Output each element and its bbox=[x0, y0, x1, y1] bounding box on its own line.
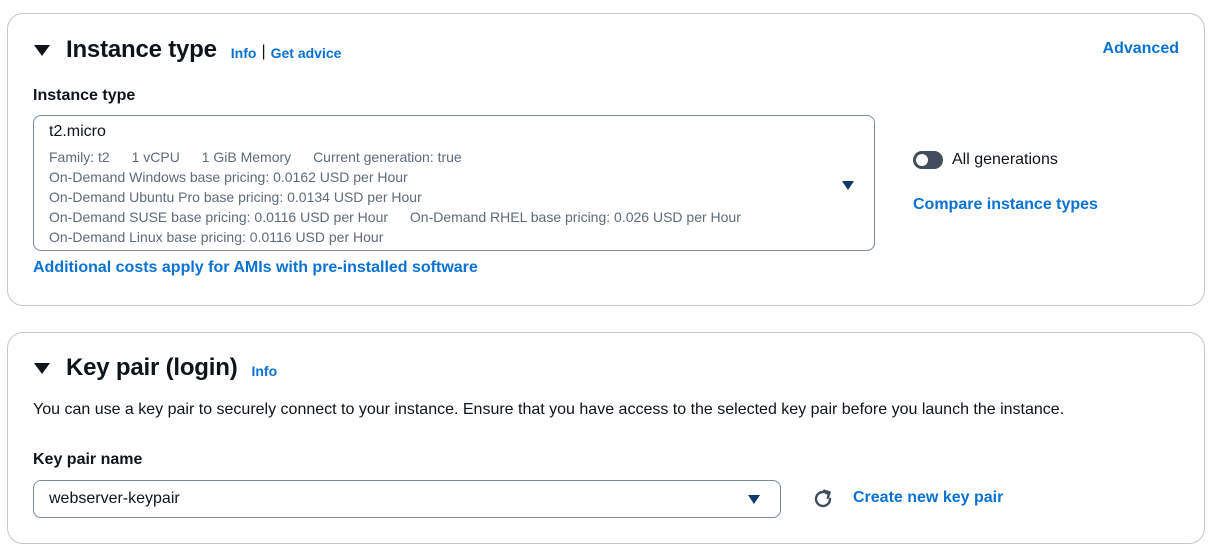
key-pair-title: Key pair (login) bbox=[66, 354, 238, 381]
pricing-linux: On-Demand Linux base pricing: 0.0116 USD… bbox=[49, 229, 384, 245]
key-pair-description: You can use a key pair to securely conne… bbox=[33, 401, 1065, 418]
key-pair-select[interactable]: webserver-keypair bbox=[33, 480, 781, 518]
pricing-rhel: On-Demand RHEL base pricing: 0.026 USD p… bbox=[409, 209, 741, 225]
refresh-icon[interactable] bbox=[811, 487, 835, 511]
instance-type-title: Instance type bbox=[66, 36, 217, 63]
all-generations-toggle[interactable] bbox=[913, 151, 943, 169]
instance-type-header: Instance type Info | Get advice bbox=[34, 36, 341, 64]
instance-type-info-link[interactable]: Info bbox=[231, 45, 257, 61]
instance-type-field-label: Instance type bbox=[33, 87, 136, 104]
instance-type-panel: Instance type Info | Get advice Advanced… bbox=[7, 13, 1205, 306]
instance-family: Family: t2 bbox=[49, 149, 110, 165]
instance-type-select[interactable]: t2.micro Family: t2 1 vCPU 1 GiB Memory … bbox=[33, 115, 875, 251]
key-pair-selected-value: webserver-keypair bbox=[49, 490, 180, 507]
advanced-link[interactable]: Advanced bbox=[1103, 40, 1179, 58]
additional-costs-link[interactable]: Additional costs apply for AMIs with pre… bbox=[33, 259, 478, 277]
pricing-ubuntu-pro: On-Demand Ubuntu Pro base pricing: 0.013… bbox=[49, 189, 422, 205]
pricing-suse: On-Demand SUSE base pricing: 0.0116 USD … bbox=[49, 209, 389, 225]
pricing-windows: On-Demand Windows base pricing: 0.0162 U… bbox=[49, 169, 408, 185]
key-pair-name-label: Key pair name bbox=[33, 451, 143, 468]
pricing-suse-rhel: On-Demand SUSE base pricing: 0.0116 USD … bbox=[49, 209, 759, 225]
collapse-caret-icon[interactable] bbox=[34, 44, 50, 56]
instance-type-name: t2.micro bbox=[49, 123, 106, 140]
key-pair-header: Key pair (login) Info bbox=[34, 354, 277, 382]
instance-type-details: Family: t2 1 vCPU 1 GiB Memory Current g… bbox=[49, 149, 480, 165]
key-pair-info-link[interactable]: Info bbox=[251, 363, 277, 379]
dropdown-caret-icon bbox=[842, 181, 854, 190]
instance-memory: 1 GiB Memory bbox=[201, 149, 292, 165]
instance-generation: Current generation: true bbox=[313, 149, 462, 165]
key-pair-panel: Key pair (login) Info You can use a key … bbox=[7, 332, 1205, 544]
get-advice-link[interactable]: Get advice bbox=[271, 45, 342, 61]
header-separator: | bbox=[261, 43, 266, 60]
collapse-caret-icon[interactable] bbox=[34, 362, 50, 374]
dropdown-caret-icon bbox=[748, 495, 760, 504]
create-key-pair-link[interactable]: Create new key pair bbox=[853, 489, 1003, 507]
compare-instance-types-link[interactable]: Compare instance types bbox=[913, 196, 1098, 214]
all-generations-label: All generations bbox=[952, 151, 1058, 168]
instance-vcpu: 1 vCPU bbox=[131, 149, 180, 165]
